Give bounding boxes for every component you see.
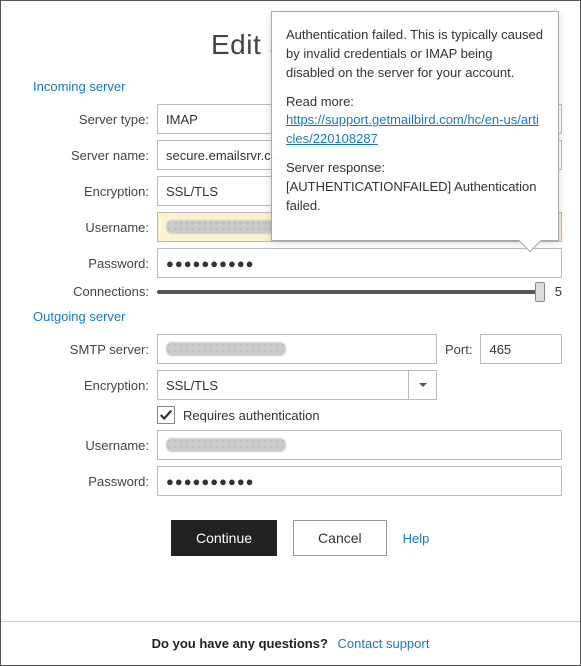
help-link[interactable]: Help xyxy=(403,531,430,546)
error-tooltip: Authentication failed. This is typically… xyxy=(271,11,559,241)
redacted-text xyxy=(166,438,286,452)
tooltip-server-response-label: Server response: xyxy=(286,160,385,175)
cancel-button[interactable]: Cancel xyxy=(293,520,387,556)
slider-thumb[interactable] xyxy=(535,282,545,302)
footer-question: Do you have any questions? xyxy=(152,636,328,651)
connections-value: 5 xyxy=(555,284,562,299)
tooltip-server-response: [AUTHENTICATIONFAILED] Authentication fa… xyxy=(286,179,536,213)
redacted-text xyxy=(166,220,286,234)
smtp-server-label: SMTP server: xyxy=(19,342,157,357)
requires-auth-label: Requires authentication xyxy=(183,408,320,423)
outgoing-password-label: Password: xyxy=(19,474,157,489)
chevron-down-icon xyxy=(408,371,436,399)
incoming-encryption-label: Encryption: xyxy=(19,184,157,199)
outgoing-password-input[interactable] xyxy=(157,466,562,496)
outgoing-username-input[interactable] xyxy=(157,430,562,460)
outgoing-username-label: Username: xyxy=(19,438,157,453)
check-icon xyxy=(159,408,173,422)
incoming-password-label: Password: xyxy=(19,256,157,271)
contact-support-link[interactable]: Contact support xyxy=(338,636,430,651)
incoming-password-input[interactable] xyxy=(157,248,562,278)
incoming-username-label: Username: xyxy=(19,220,157,235)
server-type-label: Server type: xyxy=(19,112,157,127)
connections-slider[interactable] xyxy=(157,290,545,294)
tooltip-readmore-label: Read more: xyxy=(286,94,354,109)
outgoing-encryption-select[interactable]: SSL/TLS xyxy=(157,370,437,400)
footer: Do you have any questions? Contact suppo… xyxy=(1,621,580,665)
continue-button[interactable]: Continue xyxy=(171,520,277,556)
tooltip-readmore-link[interactable]: https://support.getmailbird.com/hc/en-us… xyxy=(286,112,539,146)
connections-label: Connections: xyxy=(19,284,157,299)
outgoing-encryption-value: SSL/TLS xyxy=(166,378,218,393)
port-label: Port: xyxy=(445,342,472,357)
smtp-server-input[interactable] xyxy=(157,334,437,364)
requires-auth-checkbox[interactable] xyxy=(157,406,175,424)
tooltip-message: Authentication failed. This is typically… xyxy=(286,26,544,83)
outgoing-encryption-label: Encryption: xyxy=(19,378,157,393)
redacted-text xyxy=(166,342,286,356)
incoming-encryption-value: SSL/TLS xyxy=(166,184,218,199)
server-name-label: Server name: xyxy=(19,148,157,163)
port-input[interactable] xyxy=(480,334,562,364)
outgoing-section-header: Outgoing server xyxy=(33,309,562,324)
